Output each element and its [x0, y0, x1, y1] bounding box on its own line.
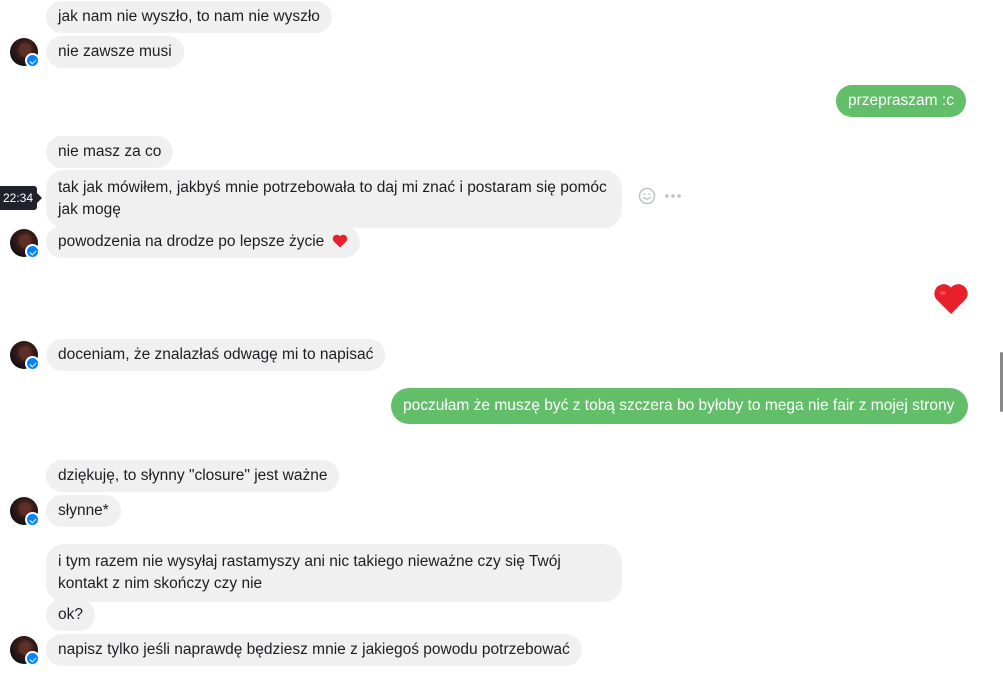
- message-text: doceniam, że znalazłaś odwagę mi to napi…: [58, 346, 374, 363]
- message-text: i tym razem nie wysyłaj rastamyszy ani n…: [58, 553, 561, 592]
- smiley-icon[interactable]: [638, 187, 656, 208]
- message-bubble-incoming[interactable]: jak nam nie wyszło, to nam nie wyszło: [46, 1, 332, 33]
- messenger-badge-icon: [25, 651, 40, 666]
- heart-icon[interactable]: [932, 280, 970, 318]
- avatar[interactable]: [10, 38, 40, 68]
- more-dots-icon[interactable]: [664, 188, 682, 207]
- message-text: poczułam że muszę być z tobą szczera bo …: [403, 397, 955, 414]
- timestamp-text: 22:34: [3, 191, 34, 205]
- message-text: nie masz za co: [58, 143, 162, 160]
- avatar[interactable]: [10, 497, 40, 527]
- message-bubble-incoming[interactable]: dziękuję, to słynny "closure" jest ważne: [46, 460, 340, 492]
- messenger-badge-icon: [25, 244, 40, 259]
- message-bubble-incoming[interactable]: słynne*: [46, 495, 121, 527]
- message-text: słynne*: [58, 502, 109, 519]
- message-text: przepraszam :c: [848, 92, 954, 109]
- message-text: tak jak mówiłem, jakbyś mnie potrzebował…: [58, 179, 607, 218]
- message-bubble-incoming[interactable]: napisz tylko jeśli naprawdę będziesz mni…: [46, 634, 582, 666]
- message-timestamp-tooltip: 22:34: [0, 186, 43, 210]
- message-bubble-incoming[interactable]: nie zawsze musi: [46, 36, 184, 68]
- message-bubble-incoming[interactable]: powodzenia na drodze po lepsze życie: [46, 226, 360, 258]
- message-text: powodzenia na drodze po lepsze życie: [58, 233, 325, 250]
- message-bubble-outgoing[interactable]: poczułam że muszę być z tobą szczera bo …: [391, 388, 968, 424]
- message-bubble-outgoing[interactable]: przepraszam :c: [836, 85, 966, 117]
- message-text: dziękuję, to słynny "closure" jest ważne: [58, 467, 328, 484]
- avatar[interactable]: [10, 341, 40, 371]
- message-bubble-incoming[interactable]: tak jak mówiłem, jakbyś mnie potrzebował…: [46, 170, 622, 228]
- message-bubble-incoming[interactable]: doceniam, że znalazłaś odwagę mi to napi…: [46, 339, 386, 371]
- message-bubble-incoming[interactable]: nie masz za co: [46, 136, 174, 168]
- message-text: jak nam nie wyszło, to nam nie wyszło: [58, 8, 320, 25]
- message-text: nie zawsze musi: [58, 43, 172, 60]
- message-text: ok?: [58, 606, 83, 623]
- messenger-badge-icon: [25, 356, 40, 371]
- heart-icon: [332, 234, 347, 248]
- message-text: napisz tylko jeśli naprawdę będziesz mni…: [58, 641, 570, 658]
- avatar[interactable]: [10, 636, 40, 666]
- messenger-badge-icon: [25, 512, 40, 527]
- messenger-badge-icon: [25, 53, 40, 68]
- avatar[interactable]: [10, 229, 40, 259]
- message-bubble-incoming[interactable]: i tym razem nie wysyłaj rastamyszy ani n…: [46, 544, 622, 602]
- message-bubble-incoming[interactable]: ok?: [46, 599, 95, 631]
